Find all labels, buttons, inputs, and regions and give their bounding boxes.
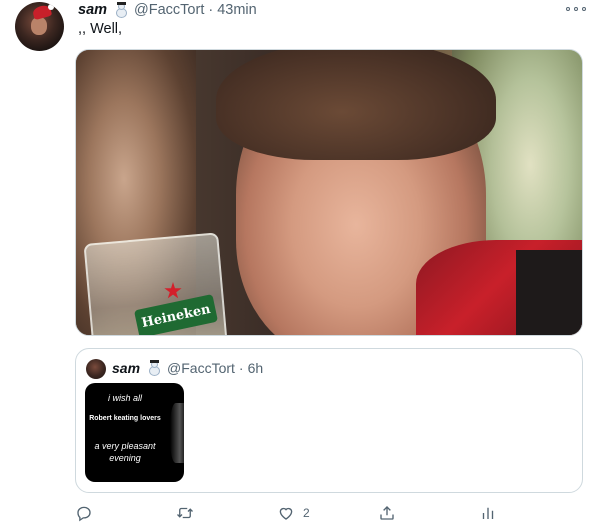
snowman-emoji-icon [113,2,129,18]
quoted-timestamp: 6h [247,360,264,376]
photo-coat [516,250,582,335]
author-handle[interactable]: @FaccTort [134,2,204,18]
tweet-timestamp[interactable]: 43min [217,2,257,18]
photo-subject-hair [216,50,496,160]
tweet-action-bar: 2 [75,503,505,523]
quoted-image-text-line1: i wish all [107,393,142,403]
quoted-image-text-line3: a very pleasant evening [94,441,156,463]
author-name[interactable]: sam [78,2,107,18]
separator-dot: · [238,360,244,376]
reply-icon [77,506,91,522]
share-icon [380,506,394,520]
like-button[interactable]: 2 [277,503,310,523]
quoted-tweet[interactable]: sam @FaccTort · 6h i wish all Robert kea… [75,348,583,493]
retweet-button[interactable] [176,503,194,523]
more-options-icon[interactable] [566,5,586,13]
tweet[interactable]: sam @FaccTort · 43min ,, Well, Heineken … [0,0,598,528]
tweet-header: sam @FaccTort · 43min [78,2,257,18]
like-count: 2 [303,506,310,520]
quoted-image-edge [170,403,184,463]
quoted-author-name: sam [112,360,141,376]
quoted-author-avatar [86,359,106,379]
quoted-author-handle: @FaccTort [167,360,235,376]
author-avatar[interactable] [15,2,64,51]
quoted-tweet-image[interactable]: i wish all Robert keating lovers a very … [85,383,184,482]
heart-icon [279,507,293,520]
analytics-button[interactable] [479,503,497,523]
reply-button[interactable] [75,503,93,523]
analytics-icon [482,507,494,519]
tweet-text: ,, Well, [78,21,123,37]
tweet-photo[interactable]: Heineken [75,49,583,336]
snowman-emoji-icon [146,360,162,376]
retweet-icon [177,507,193,519]
quoted-tweet-header: sam @FaccTort · 6h [112,360,263,376]
share-button[interactable] [378,503,396,523]
separator-dot: · [208,2,214,18]
quoted-image-text-line2: Robert keating lovers [89,415,161,422]
